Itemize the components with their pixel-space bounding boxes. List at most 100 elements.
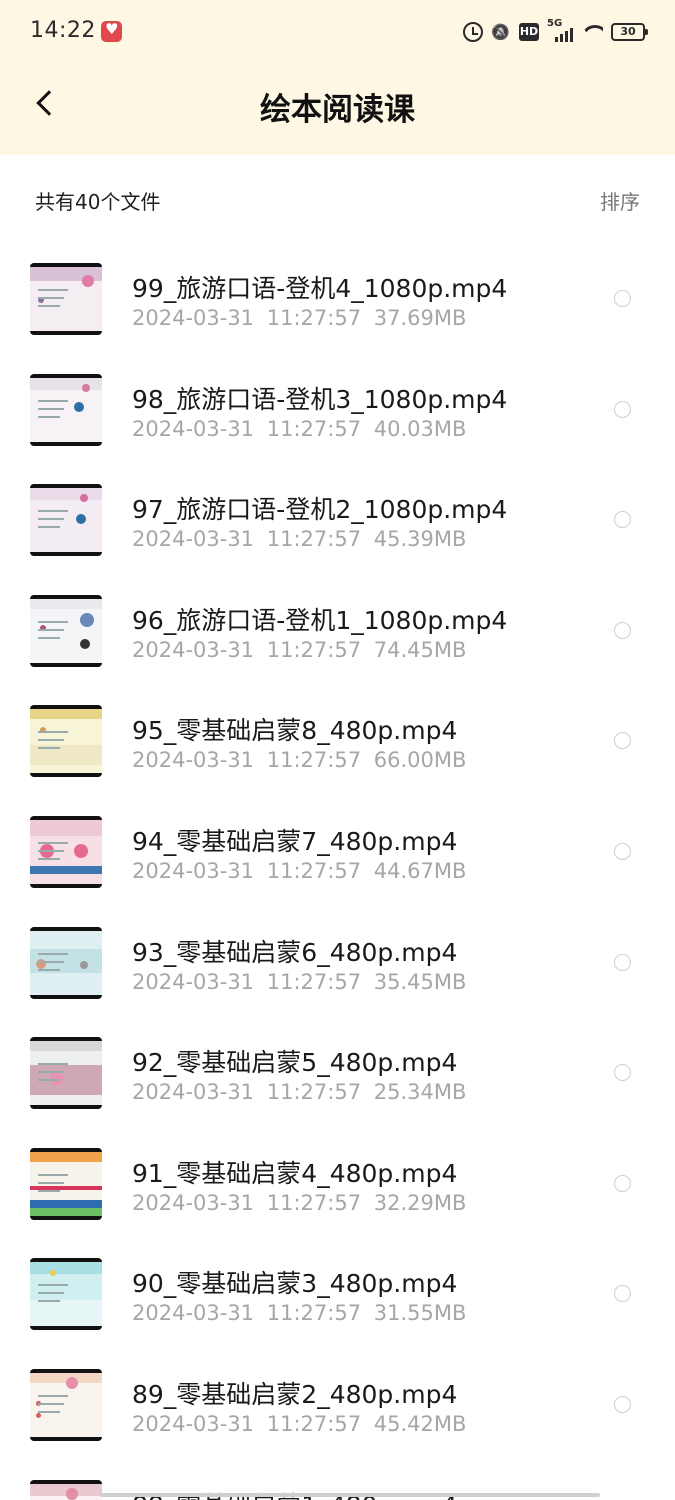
file-name: 95_零基础启蒙8_480p.mp4 xyxy=(132,716,458,746)
file-time: 11:27:57 xyxy=(266,969,362,994)
file-name: 89_零基础启蒙2_480p.mp4 xyxy=(132,1379,458,1409)
file-row[interactable]: 94_零基础启蒙7_480p.mp4 2024-03-31 11:27:57 44… xyxy=(0,796,675,907)
file-name: 97_旅游口语-登机2_1080p.mp4 xyxy=(132,495,508,525)
file-meta: 2024-03-31 11:27:57 31.55MB xyxy=(132,1301,466,1325)
file-row[interactable]: 93_零基础启蒙6_480p.mp4 2024-03-31 11:27:57 35… xyxy=(0,907,675,1018)
file-name: 98_旅游口语-登机3_1080p.mp4 xyxy=(132,384,508,414)
alarm-icon xyxy=(463,22,483,42)
video-thumbnail xyxy=(30,263,102,335)
file-size: 40.03MB xyxy=(373,416,467,441)
sort-button[interactable]: 排序 xyxy=(600,186,640,215)
select-radio[interactable] xyxy=(614,400,631,418)
select-radio[interactable] xyxy=(614,621,631,639)
video-thumbnail xyxy=(30,484,102,557)
file-date: 2024-03-31 xyxy=(132,527,255,552)
file-row[interactable]: 98_旅游口语-登机3_1080p.mp4 2024-03-31 11:27:57… xyxy=(0,354,675,465)
file-date: 2024-03-31 xyxy=(132,1080,255,1105)
file-name: 99_旅游口语-登机4_1080p.mp4 xyxy=(132,274,508,303)
file-date: 2024-03-31 xyxy=(132,306,255,330)
file-date: 2024-03-31 xyxy=(132,1411,255,1436)
select-radio[interactable] xyxy=(614,511,631,529)
file-name: 91_零基础启蒙4_480p.mp4 xyxy=(132,1158,458,1188)
file-list: 99_旅游口语-登机4_1080p.mp4 2024-03-31 11:27:57… xyxy=(0,243,675,1500)
file-meta: 2024-03-31 11:27:57 44.67MB xyxy=(132,859,466,883)
file-row[interactable]: 95_零基础启蒙8_480p.mp4 2024-03-31 11:27:57 66… xyxy=(0,685,675,796)
file-date: 2024-03-31 xyxy=(132,1301,255,1326)
file-meta: 2024-03-31 11:27:57 37.69MB xyxy=(132,306,466,330)
video-thumbnail xyxy=(30,1258,102,1331)
select-radio[interactable] xyxy=(614,842,631,860)
file-size: 37.69MB xyxy=(373,306,467,330)
hd-icon: HD xyxy=(519,23,539,41)
mute-icon xyxy=(491,22,511,42)
select-radio[interactable] xyxy=(614,290,631,307)
file-date: 2024-03-31 xyxy=(132,1190,255,1215)
status-time: 14:22 xyxy=(30,18,96,43)
file-count-label: 共有40个文件 xyxy=(35,190,161,214)
file-size: 45.39MB xyxy=(373,527,467,552)
status-bar: 14:22 HD 5G 30 xyxy=(0,0,675,62)
file-time: 11:27:57 xyxy=(266,858,362,883)
file-time: 11:27:57 xyxy=(266,748,362,773)
video-thumbnail xyxy=(30,1037,102,1110)
file-name: 96_旅游口语-登机1_1080p.mp4 xyxy=(132,605,508,635)
video-thumbnail xyxy=(30,815,102,888)
file-name: 94_零基础启蒙7_480p.mp4 xyxy=(132,826,458,856)
file-name: 90_零基础启蒙3_480p.mp4 xyxy=(132,1269,458,1299)
file-row[interactable]: 92_零基础启蒙5_480p.mp4 2024-03-31 11:27:57 25… xyxy=(0,1017,675,1128)
video-thumbnail xyxy=(30,1479,102,1500)
file-size: 44.67MB xyxy=(373,858,467,883)
status-icons: HD 5G 30 xyxy=(463,18,648,44)
network-type: 5G xyxy=(547,18,563,29)
file-meta: 2024-03-31 11:27:57 66.00MB xyxy=(132,748,466,772)
file-time: 11:27:57 xyxy=(266,1190,362,1215)
file-size: 32.29MB xyxy=(373,1190,467,1215)
file-meta: 2024-03-31 11:27:57 74.45MB xyxy=(132,638,466,662)
file-time: 11:27:57 xyxy=(266,306,362,330)
scrollbar[interactable] xyxy=(100,1493,600,1497)
battery-icon: 30 xyxy=(611,23,648,41)
file-size: 25.34MB xyxy=(373,1080,467,1105)
video-thumbnail xyxy=(30,926,102,999)
file-meta: 2024-03-31 11:27:57 45.39MB xyxy=(132,527,466,551)
file-size: 31.55MB xyxy=(373,1301,467,1326)
file-time: 11:27:57 xyxy=(266,527,362,552)
file-time: 11:27:57 xyxy=(266,1080,362,1105)
file-meta: 2024-03-31 11:27:57 25.34MB xyxy=(132,1080,466,1104)
file-time: 11:27:57 xyxy=(266,416,362,441)
file-size: 74.45MB xyxy=(373,637,467,662)
select-radio[interactable] xyxy=(614,1064,631,1082)
file-row[interactable]: 90_零基础启蒙3_480p.mp4 2024-03-31 11:27:57 31… xyxy=(0,1238,675,1349)
file-time: 11:27:57 xyxy=(266,1301,362,1326)
header: 绘本阅读课 xyxy=(0,62,675,155)
signal-icon: 5G xyxy=(547,18,573,42)
file-row[interactable]: 96_旅游口语-登机1_1080p.mp4 2024-03-31 11:27:57… xyxy=(0,575,675,686)
select-radio[interactable] xyxy=(614,953,631,971)
file-time: 11:27:57 xyxy=(266,1411,362,1436)
file-row[interactable]: 99_旅游口语-登机4_1080p.mp4 2024-03-31 11:27:57… xyxy=(0,243,675,354)
file-name: 92_零基础启蒙5_480p.mp4 xyxy=(132,1048,458,1078)
wifi-icon xyxy=(581,23,603,41)
file-name: 93_零基础启蒙6_480p.mp4 xyxy=(132,937,458,967)
file-size: 66.00MB xyxy=(373,748,467,773)
video-thumbnail xyxy=(30,373,102,446)
file-meta: 2024-03-31 11:27:57 40.03MB xyxy=(132,417,466,441)
select-radio[interactable] xyxy=(614,732,631,750)
file-row[interactable]: 89_零基础启蒙2_480p.mp4 2024-03-31 11:27:57 45… xyxy=(0,1349,675,1460)
file-date: 2024-03-31 xyxy=(132,858,255,883)
video-thumbnail xyxy=(30,1368,102,1441)
file-size: 45.42MB xyxy=(373,1411,467,1436)
app-notification-icon xyxy=(101,20,122,42)
select-radio[interactable] xyxy=(614,1285,631,1303)
file-meta: 2024-03-31 11:27:57 45.42MB xyxy=(132,1412,466,1436)
file-row[interactable]: 91_零基础启蒙4_480p.mp4 2024-03-31 11:27:57 32… xyxy=(0,1128,675,1239)
select-radio[interactable] xyxy=(614,1395,631,1413)
file-meta: 2024-03-31 11:27:57 32.29MB xyxy=(132,1191,466,1215)
file-row[interactable]: 97_旅游口语-登机2_1080p.mp4 2024-03-31 11:27:57… xyxy=(0,464,675,575)
file-date: 2024-03-31 xyxy=(132,748,255,773)
file-time: 11:27:57 xyxy=(266,637,362,662)
video-thumbnail xyxy=(30,705,102,778)
select-radio[interactable] xyxy=(614,1174,631,1192)
file-size: 35.45MB xyxy=(373,969,467,994)
file-meta: 2024-03-31 11:27:57 35.45MB xyxy=(132,970,466,994)
